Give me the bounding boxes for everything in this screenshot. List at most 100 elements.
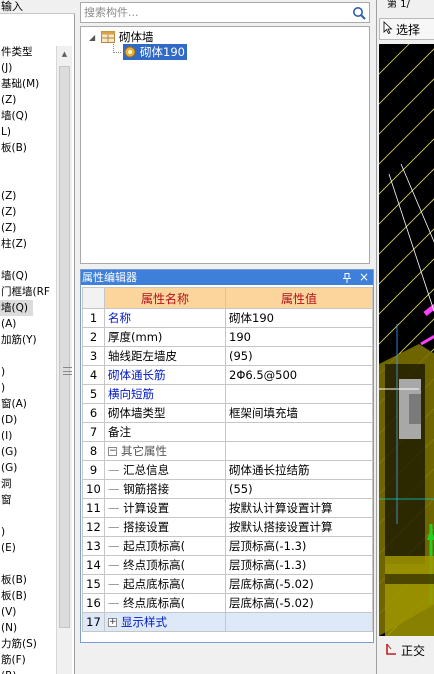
column-header-value[interactable]: 属性值 xyxy=(225,287,373,309)
property-row[interactable]: 16— 终点底标高(层底标高(-5.02) xyxy=(82,593,373,613)
nav-item[interactable]: (A) xyxy=(0,316,16,332)
nav-item[interactable]: 板(B) xyxy=(0,572,27,588)
collapse-triangle-icon[interactable]: ◢ xyxy=(89,33,101,42)
nav-item[interactable]: 洞 xyxy=(0,476,12,492)
nav-item[interactable]: ) xyxy=(0,380,5,396)
property-row[interactable]: 9— 汇总信息 砌体通长拉结筋 xyxy=(82,460,373,480)
property-name-cell[interactable]: 轴线距左墙皮 xyxy=(104,346,226,366)
property-value-cell[interactable]: 190 xyxy=(225,327,373,347)
property-name-cell[interactable]: 砌体墙类型 xyxy=(104,403,226,423)
property-value-cell[interactable]: 层底标高(-5.02) xyxy=(225,593,373,613)
column-header-name[interactable]: 属性名称 xyxy=(104,287,226,309)
property-name-cell[interactable]: − 其它属性 xyxy=(104,441,226,461)
nav-item[interactable]: (Z) xyxy=(0,92,16,108)
property-row[interactable]: 7 备注 xyxy=(82,422,373,442)
property-value-cell[interactable]: 框架间填充墙 xyxy=(225,403,373,423)
nav-item[interactable]: (R) xyxy=(0,668,17,674)
property-name-cell[interactable]: 砌体通长筋 xyxy=(104,365,226,385)
property-value-cell[interactable]: (55) xyxy=(225,479,373,499)
nav-item[interactable]: 件类型 xyxy=(0,44,33,60)
nav-item[interactable]: 门框墙(RF xyxy=(0,284,50,300)
property-row[interactable]: 3 轴线距左墙皮 (95) xyxy=(82,346,373,366)
nav-item[interactable]: 力筋(S) xyxy=(0,636,37,652)
tree-node-root[interactable]: ◢ 砌体墙 xyxy=(89,29,154,45)
close-icon[interactable]: × xyxy=(358,270,370,285)
property-value-cell[interactable]: 砌体190 xyxy=(225,308,373,328)
property-value-cell[interactable]: 按默认搭接设置计算 xyxy=(225,517,373,537)
property-name-cell[interactable]: — 钢筋搭接 xyxy=(104,479,226,499)
nav-item[interactable]: (V) xyxy=(0,604,16,620)
nav-item[interactable]: 墙(Q) xyxy=(0,300,33,316)
property-value-cell[interactable]: 2Φ6.5@500 xyxy=(225,365,373,385)
nav-item[interactable]: (Z) xyxy=(0,220,16,236)
property-name-cell[interactable]: — 计算设置 xyxy=(104,498,226,518)
nav-item[interactable]: (G) xyxy=(0,444,17,460)
property-name-cell[interactable]: 横向短筋 xyxy=(104,384,226,404)
nav-item[interactable]: ) xyxy=(0,364,5,380)
property-name-cell[interactable]: 备注 xyxy=(104,422,226,442)
property-row[interactable]: 4 砌体通长筋 2Φ6.5@500 xyxy=(82,365,373,385)
drawing-canvas[interactable] xyxy=(379,44,434,636)
nav-item[interactable]: (D) xyxy=(0,412,17,428)
nav-item[interactable]: 筋(F) xyxy=(0,652,26,668)
property-row[interactable]: 12— 搭接设置 按默认搭接设置计算 xyxy=(82,517,373,537)
property-value-cell[interactable]: 层底标高(-5.02) xyxy=(225,574,373,594)
nav-item[interactable]: (Z) xyxy=(0,204,16,220)
nav-item[interactable]: 板(B) xyxy=(0,588,27,604)
property-value-cell[interactable]: 按默认计算设置计算 xyxy=(225,498,373,518)
pin-icon[interactable] xyxy=(341,270,353,285)
property-row[interactable]: 5 横向短筋 xyxy=(82,384,373,404)
property-row[interactable]: 2 厚度(mm) 190 xyxy=(82,327,373,347)
nav-item[interactable]: 柱(Z) xyxy=(0,236,27,252)
property-row[interactable]: 14— 终点顶标高(层顶标高(-1.3) xyxy=(82,555,373,575)
property-value-cell[interactable]: 层顶标高(-1.3) xyxy=(225,555,373,575)
nav-scrollbar[interactable]: ▲ xyxy=(56,46,72,674)
property-name-cell[interactable]: 厚度(mm) xyxy=(104,327,226,347)
nav-item[interactable]: ) xyxy=(0,524,5,540)
nav-item[interactable]: (E) xyxy=(0,540,16,556)
nav-item[interactable]: 板(B) xyxy=(0,140,27,156)
nav-item[interactable]: 窗(A) xyxy=(0,396,27,412)
property-value-cell[interactable]: (95) xyxy=(225,346,373,366)
property-name-cell[interactable]: — 终点底标高( xyxy=(104,593,226,613)
nav-item[interactable]: L) xyxy=(0,124,11,140)
property-row[interactable]: 6 砌体墙类型 框架间填充墙 xyxy=(82,403,373,423)
nav-item[interactable]: 加筋(Y) xyxy=(0,332,37,348)
nav-item[interactable]: 墙(Q) xyxy=(0,108,28,124)
nav-item[interactable]: (Z) xyxy=(0,188,16,204)
scroll-thumb[interactable] xyxy=(59,66,72,628)
property-name-cell[interactable]: + 显示样式 xyxy=(104,612,226,632)
property-row[interactable]: 15— 起点底标高(层底标高(-5.02) xyxy=(82,574,373,594)
property-value-cell[interactable] xyxy=(225,441,373,461)
property-name-cell[interactable]: — 汇总信息 xyxy=(104,460,226,480)
property-name-cell[interactable]: 名称 xyxy=(104,308,226,328)
expand-plus-icon[interactable]: + xyxy=(108,618,117,627)
nav-item[interactable]: (J) xyxy=(0,60,12,76)
property-value-cell[interactable] xyxy=(225,422,373,442)
scroll-up-arrow-icon[interactable]: ▲ xyxy=(57,46,72,62)
property-value-cell[interactable] xyxy=(225,612,373,632)
property-name-cell[interactable]: — 起点顶标高( xyxy=(104,536,226,556)
tree-node-child[interactable]: 砌体190 xyxy=(123,44,187,60)
property-row[interactable]: 11— 计算设置 按默认计算设置计算 xyxy=(82,498,373,518)
search-input[interactable] xyxy=(84,4,344,21)
collapse-minus-icon[interactable]: − xyxy=(108,447,117,456)
select-button[interactable]: 选择 xyxy=(379,18,434,40)
nav-item[interactable]: (G) xyxy=(0,460,17,476)
property-row[interactable]: 10— 钢筋搭接 (55) xyxy=(82,479,373,499)
property-row[interactable]: 13— 起点顶标高(层顶标高(-1.3) xyxy=(82,536,373,556)
property-row[interactable]: 17 + 显示样式 xyxy=(82,612,373,632)
nav-item[interactable]: 基础(M) xyxy=(0,76,39,92)
nav-item[interactable]: (N) xyxy=(0,620,17,636)
nav-item[interactable]: 窗 xyxy=(0,492,12,508)
property-value-cell[interactable]: 砌体通长拉结筋 xyxy=(225,460,373,480)
property-row[interactable]: 1 名称 砌体190 xyxy=(82,308,373,328)
property-value-cell[interactable]: 层顶标高(-1.3) xyxy=(225,536,373,556)
property-row[interactable]: 8− 其它属性 xyxy=(82,441,373,461)
property-name-cell[interactable]: — 搭接设置 xyxy=(104,517,226,537)
nav-item[interactable]: (I) xyxy=(0,428,12,444)
property-name-cell[interactable]: — 起点底标高( xyxy=(104,574,226,594)
ortho-toggle-button[interactable]: 正交 xyxy=(379,638,434,662)
property-value-cell[interactable] xyxy=(225,384,373,404)
property-name-cell[interactable]: — 终点顶标高( xyxy=(104,555,226,575)
